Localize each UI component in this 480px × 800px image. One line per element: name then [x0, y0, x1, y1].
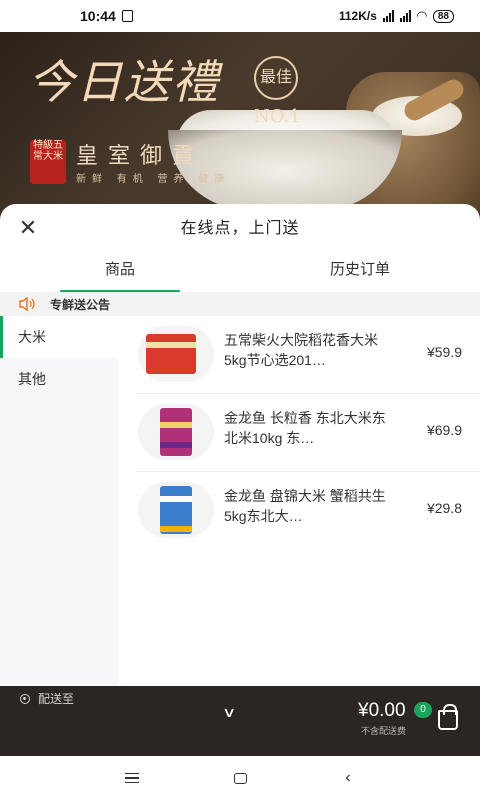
- product-image: [138, 326, 214, 382]
- product-item[interactable]: 金龙鱼 长粒香 东北大米东北米10kg 东… ¥69.9: [136, 394, 480, 472]
- banner-title: 今日送禮: [28, 55, 220, 109]
- home-icon: [233, 772, 247, 784]
- product-name: 五常柴火大院稻花香大米5kg节心选201…: [224, 332, 378, 368]
- signal-icon: [382, 10, 394, 22]
- close-icon: ✕: [18, 215, 38, 240]
- wifi-icon: ◠: [416, 8, 427, 23]
- product-package: [160, 408, 192, 456]
- product-list: 五常柴火大院稻花香大米5kg节心选201… ¥59.9 金龙鱼 长粒香 东北大米…: [118, 316, 480, 686]
- product-image: [138, 482, 214, 538]
- back-button[interactable]: ‹: [336, 766, 360, 790]
- close-button[interactable]: ✕: [14, 214, 42, 242]
- product-item[interactable]: 金龙鱼 盘锦大米 蟹稻共生5kg东北大… ¥29.8: [136, 472, 480, 550]
- tab-bar: 商品 历史订单: [0, 248, 480, 294]
- sheet-header: ✕ 在线点，上门送: [0, 204, 480, 248]
- back-icon: ‹: [345, 769, 351, 786]
- battery-icon: 88: [432, 9, 454, 23]
- product-price: ¥29.8: [426, 500, 462, 516]
- delivery-label: 配送至: [38, 692, 75, 706]
- delivery-address[interactable]: 配送至: [20, 690, 74, 707]
- product-name: 金龙鱼 盘锦大米 蟹稻共生5kg东北大…: [224, 488, 386, 524]
- announcement-text: 专鲜送公告: [50, 297, 111, 312]
- banner-subtitle: 皇室御貢: [76, 144, 205, 169]
- delivery-fee-note: 不含配送费: [361, 726, 407, 736]
- status-left: 10:44: [80, 8, 133, 24]
- signal-icon-2: [399, 10, 411, 22]
- product-package: [146, 334, 196, 374]
- tab-order-history[interactable]: 历史订单: [240, 248, 480, 294]
- notification-icon: [121, 10, 133, 22]
- product-package: [160, 486, 192, 534]
- status-bar: 10:44 112K/s ◠ 88: [0, 0, 480, 32]
- category-item-other[interactable]: 其他: [0, 358, 118, 400]
- location-icon: [20, 693, 30, 704]
- speaker-icon: [18, 296, 40, 312]
- tab-products[interactable]: 商品: [0, 248, 240, 294]
- cart-total: ¥0.00: [358, 700, 406, 721]
- banner-seal: 特級五常大米: [30, 140, 66, 184]
- banner-best-badge: 最佳: [254, 56, 298, 100]
- cart-count-badge: 0: [414, 702, 432, 718]
- network-speed: 112K/s: [338, 9, 377, 23]
- category-item-rice[interactable]: 大米: [0, 316, 118, 358]
- category-sidebar: 大米 其他: [0, 316, 118, 686]
- product-price: ¥59.9: [426, 344, 462, 360]
- sheet-title: 在线点，上门送: [180, 220, 300, 237]
- system-nav-bar: ‹: [0, 756, 480, 800]
- menu-button[interactable]: [120, 766, 144, 790]
- product-item[interactable]: 五常柴火大院稻花香大米5kg节心选201… ¥59.9: [136, 316, 480, 394]
- status-right: 112K/s ◠ 88: [339, 8, 454, 24]
- banner-tags: 新鲜 有机 营养 健康: [76, 174, 231, 185]
- home-button[interactable]: [228, 766, 252, 790]
- chevron-down-icon[interactable]: ∨: [222, 704, 236, 720]
- announcement-bar[interactable]: 专鲜送公告: [0, 292, 480, 316]
- shopping-bag-icon[interactable]: [438, 704, 458, 730]
- product-image: [138, 404, 214, 460]
- banner-no1: NO.1: [254, 106, 301, 127]
- product-price: ¥69.9: [426, 422, 462, 438]
- promo-banner[interactable]: 今日送禮 最佳 NO.1 特級五常大米 皇室御貢 新鲜 有机 营养 健康: [0, 32, 480, 220]
- order-sheet: ✕ 在线点，上门送 商品 历史订单 专鲜送公告 大米 其他 五常柴火大院稻花香大…: [0, 204, 480, 686]
- menu-icon: [125, 773, 139, 783]
- cart-bar: 配送至 ∨ ¥0.00 0 不含配送费: [0, 686, 480, 756]
- product-name: 金龙鱼 长粒香 东北大米东北米10kg 东…: [224, 410, 386, 446]
- status-time: 10:44: [80, 8, 116, 24]
